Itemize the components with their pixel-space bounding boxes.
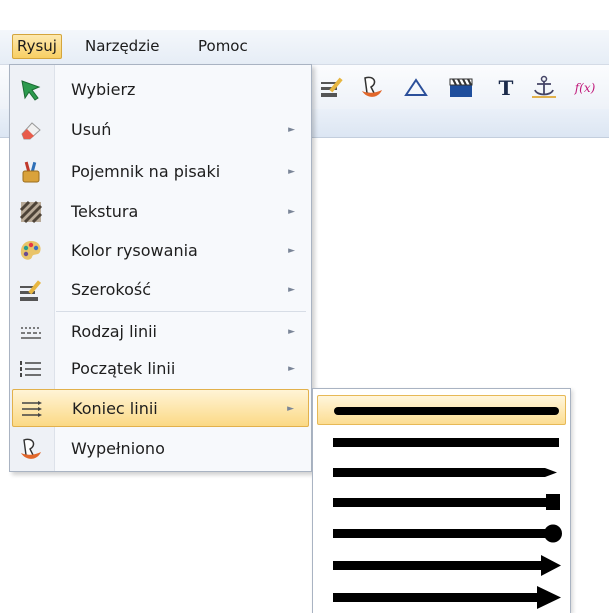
menu-item-label: Kolor rysowania bbox=[71, 241, 198, 260]
eraser-icon bbox=[18, 117, 44, 143]
menu-item-label: Wybierz bbox=[71, 80, 136, 99]
menu-item-poczatek-linii[interactable]: Początek linii ► bbox=[12, 350, 309, 388]
menu-separator bbox=[56, 311, 306, 312]
menu-bar: Rysuj Narzędzie Pomoc bbox=[0, 30, 609, 65]
anchor-icon[interactable] bbox=[530, 73, 558, 101]
menu-item-kolor[interactable]: Kolor rysowania ► bbox=[12, 232, 309, 270]
menu-item-usun[interactable]: Usuń ► bbox=[12, 111, 309, 149]
menu-item-szerokosc[interactable]: Szerokość ► bbox=[12, 271, 309, 309]
menu-item-pojemnik[interactable]: Pojemnik na pisaki ► bbox=[12, 153, 309, 191]
menu-item-label: Usuń bbox=[71, 120, 112, 139]
fill-icon[interactable] bbox=[358, 73, 386, 101]
select-arrow-icon bbox=[18, 77, 44, 103]
menu-item-label: Początek linii bbox=[71, 359, 176, 378]
submenu-arrow-icon: ► bbox=[287, 404, 294, 414]
submenu-arrow-icon: ► bbox=[288, 327, 295, 337]
menu-item-label: Rodzaj linii bbox=[71, 322, 157, 341]
svg-text:T: T bbox=[499, 76, 514, 100]
line-start-icon bbox=[18, 356, 44, 382]
menu-item-tekstura[interactable]: Tekstura ► bbox=[12, 193, 309, 231]
menu-item-label: Tekstura bbox=[71, 202, 139, 221]
pen-holder-icon bbox=[18, 159, 44, 185]
line-end-option-rounded[interactable] bbox=[317, 395, 566, 425]
line-end-option-diamond[interactable] bbox=[317, 550, 566, 580]
menu-item-label: Koniec linii bbox=[72, 399, 158, 418]
line-end-submenu bbox=[312, 388, 571, 613]
menu-narzedzie[interactable]: Narzędzie bbox=[81, 34, 163, 59]
submenu-arrow-icon: ► bbox=[288, 125, 295, 135]
menu-rysuj[interactable]: Rysuj bbox=[12, 34, 62, 59]
submenu-arrow-icon: ► bbox=[288, 364, 295, 374]
fill-icon bbox=[18, 436, 44, 462]
line-width-icon[interactable] bbox=[318, 73, 346, 101]
title-area bbox=[0, 0, 609, 30]
menu-item-wybierz[interactable]: Wybierz bbox=[12, 71, 309, 109]
menu-pomoc[interactable]: Pomoc bbox=[194, 34, 252, 59]
line-style-icon bbox=[18, 319, 44, 345]
menu-item-wypelniono[interactable]: Wypełniono bbox=[12, 430, 309, 468]
line-end-option-arrow[interactable] bbox=[317, 582, 566, 612]
triangle-icon[interactable] bbox=[402, 73, 430, 101]
submenu-arrow-icon: ► bbox=[288, 167, 295, 177]
function-icon[interactable]: f(x) bbox=[571, 73, 599, 101]
line-width-icon bbox=[18, 277, 44, 303]
menu-item-label: Wypełniono bbox=[71, 439, 165, 458]
submenu-arrow-icon: ► bbox=[288, 285, 295, 295]
line-end-option-flat[interactable] bbox=[317, 427, 566, 457]
texture-icon bbox=[18, 199, 44, 225]
line-end-option-square[interactable] bbox=[317, 487, 566, 517]
line-end-option-pointed[interactable] bbox=[317, 457, 566, 487]
menu-item-label: Szerokość bbox=[71, 280, 152, 299]
clapperboard-icon[interactable] bbox=[447, 73, 475, 101]
draw-menu: Wybierz Usuń ► Pojemnik na pisaki ► Teks… bbox=[9, 64, 312, 472]
line-end-icon bbox=[19, 396, 45, 422]
menu-item-label: Pojemnik na pisaki bbox=[71, 162, 221, 181]
menu-item-rodzaj-linii[interactable]: Rodzaj linii ► bbox=[12, 313, 309, 351]
text-tool-icon[interactable]: T bbox=[492, 73, 520, 101]
submenu-arrow-icon: ► bbox=[288, 207, 295, 217]
line-end-option-circle[interactable] bbox=[317, 518, 566, 548]
color-palette-icon bbox=[18, 238, 44, 264]
submenu-arrow-icon: ► bbox=[288, 246, 295, 256]
svg-text:f(x): f(x) bbox=[574, 81, 596, 95]
menu-item-koniec-linii[interactable]: Koniec linii ► bbox=[12, 389, 309, 427]
